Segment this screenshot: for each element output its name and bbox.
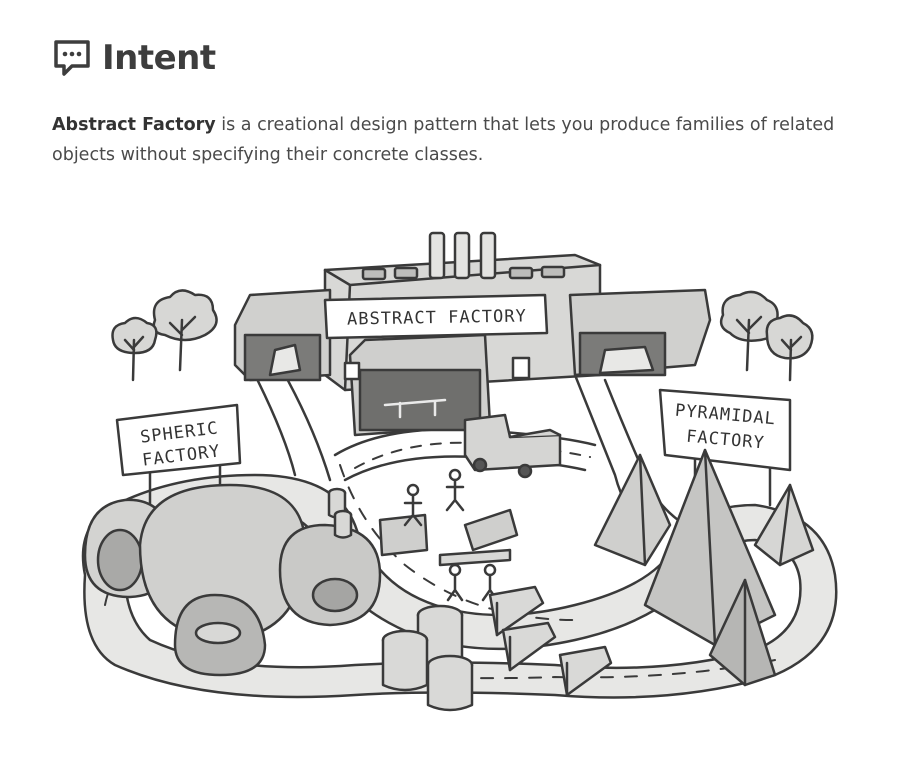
pattern-name: Abstract Factory	[52, 115, 216, 135]
intro-paragraph: Abstract Factory is a creational design …	[52, 110, 882, 170]
delivery-truck	[463, 413, 562, 479]
main-sign-label: ABSTRACT FACTORY	[347, 306, 527, 329]
speech-bubble-icon	[54, 40, 90, 76]
section-header: Intent	[52, 36, 216, 80]
abstract-factory-illustration: ABSTRACT FACTORY SPHERIC FACTORY PYRAMID…	[81, 231, 838, 712]
section-title: Intent	[102, 38, 216, 78]
trees-right	[719, 290, 814, 382]
trees-left	[111, 289, 218, 382]
